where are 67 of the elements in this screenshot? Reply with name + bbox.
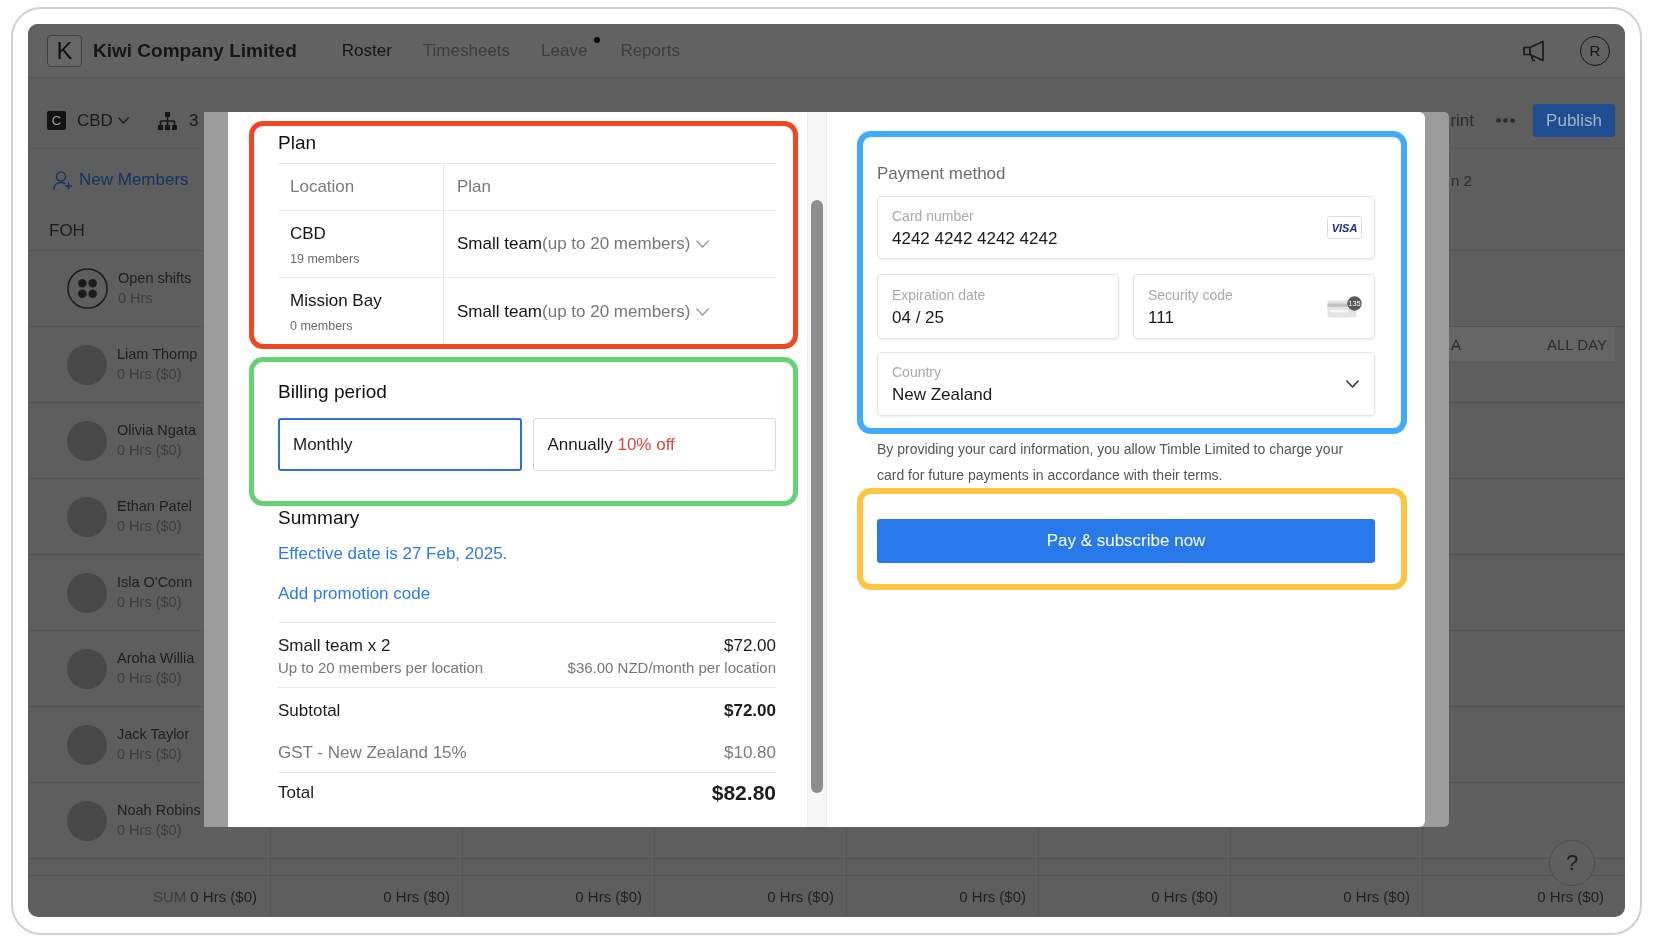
disclaimer-text: By providing your card information, you allow Timble Limited to charge your card for future payments in accordance with their terms. (877, 440, 1345, 485)
more-icon[interactable] (1496, 118, 1515, 123)
location-badge: C (47, 111, 66, 130)
four-dots-icon (67, 268, 108, 309)
unit-price: $36.00 NZD/month per location (567, 659, 776, 677)
billing-option[interactable]: Monthly (278, 418, 522, 471)
pay-button[interactable]: Pay & subscribe now (877, 519, 1375, 563)
total-amount: $82.80 (711, 781, 776, 805)
total-hours: 0 Hrs ($0) (1343, 888, 1410, 905)
line-item-label: Small team x 2 (278, 637, 391, 655)
country-select[interactable]: Country New Zealand (877, 352, 1375, 416)
chevron-down-icon (1346, 380, 1359, 388)
all-day-label: ALL DAY (1546, 335, 1607, 353)
company-name: Kiwi Company Limited (93, 39, 297, 62)
total-hours: 0 Hrs ($0) (1537, 888, 1604, 905)
card-number-field[interactable]: Card number 4242 4242 4242 4242 VISA (877, 196, 1375, 259)
member-name: Aroha Willia (117, 650, 195, 667)
member-name: Isla O'Conn (117, 574, 193, 591)
total-hours: 0 Hrs ($0) (190, 888, 257, 905)
subtotal-label: Subtotal (278, 702, 341, 720)
column-header: Location (290, 177, 355, 197)
open-shifts-label: Open shifts (118, 270, 192, 287)
subtotal-amount: $72.00 (724, 702, 776, 720)
total-hours: 0 Hrs ($0) (959, 888, 1026, 905)
plan-select[interactable]: Small team(up to 20 members) (457, 234, 711, 254)
publish-button[interactable]: Publish (1533, 104, 1615, 137)
scrollbar-thumb[interactable] (811, 200, 823, 793)
section-title: Billing period (278, 382, 387, 402)
card-brand-logo: VISA (1327, 216, 1362, 239)
total-hours: 0 Hrs ($0) (1151, 888, 1218, 905)
member-name: Olivia Ngata (117, 422, 196, 439)
section-title: Summary (278, 507, 360, 529)
effective-date-text: Effective date is 27 Feb, 2025. (278, 544, 508, 564)
total-label: Total (278, 783, 314, 803)
location-selector[interactable]: CBD (77, 110, 129, 131)
total-hours: 0 Hrs ($0) (383, 888, 450, 905)
member-name: Noah Robins (117, 802, 201, 819)
plan-select[interactable]: Small team(up to 20 members) (457, 301, 711, 322)
line-item-amount: $72.00 (724, 637, 776, 655)
location-name: Mission Bay (290, 292, 382, 310)
nav-tab[interactable]: Roster (341, 40, 392, 61)
tax-label: GST - New Zealand 15% (278, 744, 467, 762)
column-header: Plan (457, 177, 492, 197)
team-count: 3 (188, 110, 199, 131)
member-name: Ethan Patel (117, 498, 192, 515)
group-header: FOH (49, 220, 85, 241)
total-hours: 0 Hrs ($0) (575, 888, 642, 905)
member-name: Liam Thomp (117, 346, 198, 363)
location-name: CBD (290, 225, 326, 243)
member-count: 19 members (290, 252, 360, 267)
chevron-down-icon (695, 307, 711, 316)
total-hours: 0 Hrs ($0) (767, 888, 834, 905)
chevron-down-icon (117, 117, 129, 124)
entry-text: A (1451, 335, 1461, 353)
member-count: 0 members (290, 319, 353, 334)
line-item-detail: Up to 20 members per location (278, 659, 484, 677)
org-chart-icon (157, 111, 177, 130)
section-title: Plan (278, 133, 317, 153)
section-title: Payment method (877, 164, 1006, 184)
chevron-down-icon (695, 240, 711, 248)
member-name: Jack Taylor (117, 726, 190, 743)
user-plus-icon (53, 170, 73, 190)
billing-option[interactable]: Annually 10% off (532, 418, 776, 471)
expiration-date-field[interactable]: Expiration date 04 / 25 (877, 274, 1119, 339)
tax-amount: $10.80 (724, 744, 776, 762)
company-logo: K (47, 34, 82, 67)
promo-code-link[interactable]: Add promotion code (278, 584, 431, 604)
